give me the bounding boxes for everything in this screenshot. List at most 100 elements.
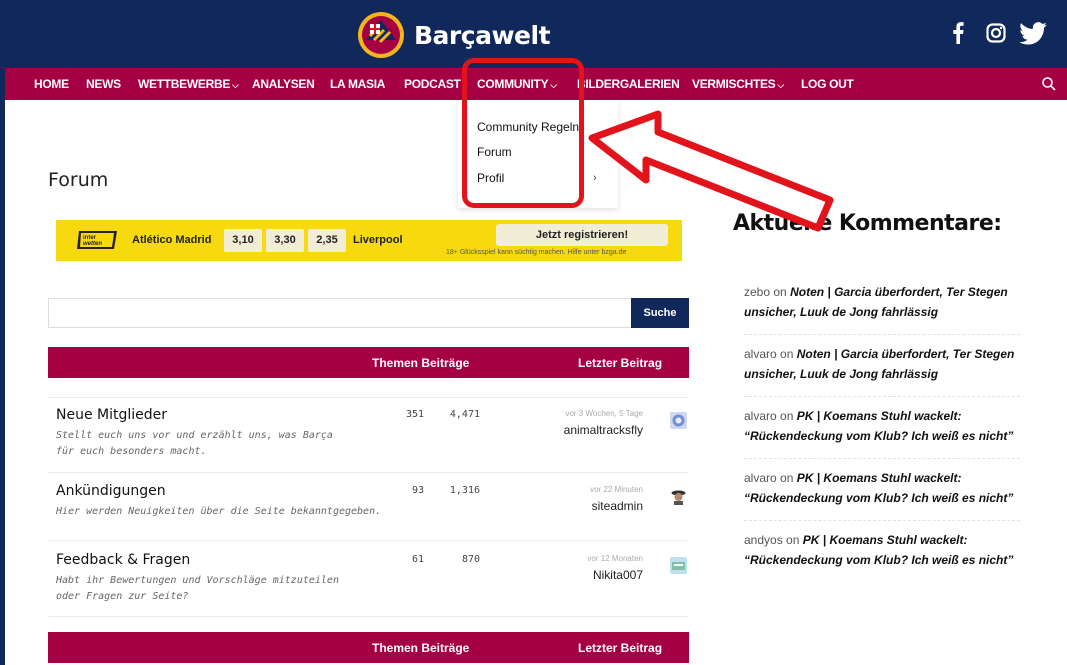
forum-description: Stellt euch uns vor und erzählt uns, was…	[56, 430, 333, 457]
col-threads-posts: Themen Beiträge	[372, 641, 470, 655]
menu-item-forum[interactable]: Forum	[477, 145, 512, 159]
nav-analysen[interactable]: ANALYSEN	[252, 68, 315, 100]
last-post-time[interactable]: vor 12 Monaten	[587, 554, 643, 563]
nav-analysen-label: ANALYSEN	[252, 77, 315, 91]
ad-disclaimer: 18+ Glücksspiel kann süchtig machen. Hil…	[446, 249, 627, 256]
main-nav: HOME NEWS WETTBEWERBE ⌵ ANALYSEN LA MASIA…	[5, 68, 1067, 100]
forum-row-ankuendigungen: Ankündigungen Hier werden Neuigkeiten üb…	[48, 483, 689, 533]
nav-vermischtes[interactable]: VERMISCHTES ⌵	[692, 68, 784, 100]
row-divider	[48, 472, 689, 473]
ad-register-button[interactable]: Jetzt registrieren!	[496, 224, 668, 246]
facebook-icon[interactable]	[948, 18, 968, 48]
nav-la-masia[interactable]: LA MASIA	[330, 68, 385, 100]
comment-on-word: on	[780, 409, 794, 423]
nav-log-out[interactable]: LOG OUT	[801, 68, 854, 100]
forum-table-header-2: Themen Beiträge Letzter Beitrag	[48, 632, 689, 663]
comment-divider	[744, 334, 1020, 335]
comment-author: zebo	[744, 285, 771, 299]
betting-ad-banner[interactable]: inter wetten Atlético Madrid 3,10 3,30 2…	[56, 220, 682, 261]
nav-bildergalerien-label: BILDERGALERIEN	[577, 77, 680, 91]
forum-description: Habt ihr Bewertungen und Vorschläge mitz…	[56, 575, 339, 602]
nav-news[interactable]: NEWS	[86, 68, 121, 100]
chevron-down-icon: ⌵	[232, 80, 239, 90]
svg-text:wetten: wetten	[83, 241, 102, 247]
nav-bildergalerien[interactable]: BILDERGALERIEN	[577, 68, 680, 100]
col-threads-posts: Themen Beiträge	[372, 356, 470, 370]
comment-author: andyos	[744, 533, 783, 547]
search-icon[interactable]	[1041, 76, 1057, 92]
twitter-icon[interactable]	[1018, 18, 1048, 48]
recent-comment: alvaro on PK | Koemans Stuhl wackelt: “R…	[744, 468, 1024, 508]
chevron-down-icon: ⌵	[777, 80, 784, 90]
last-post-user[interactable]: siteadmin	[592, 499, 643, 513]
row-divider	[48, 397, 689, 398]
nav-home-label: HOME	[34, 77, 69, 91]
ad-away-team: Liverpool	[353, 234, 403, 246]
nav-podcast-label: PODCAST	[404, 77, 461, 91]
ad-odd-home[interactable]: 3,10	[224, 229, 262, 252]
recent-comment: zebo on Noten | Garcia überfordert, Ter …	[744, 282, 1024, 322]
forum-posts-count: 4,471	[449, 409, 480, 420]
comment-on-word: on	[773, 285, 787, 299]
forum-search-input[interactable]	[48, 298, 632, 328]
row-divider	[48, 540, 689, 541]
forum-title[interactable]: Feedback & Fragen	[56, 552, 190, 568]
comment-divider	[744, 396, 1020, 397]
recent-comment: alvaro on Noten | Garcia überfordert, Te…	[744, 344, 1024, 384]
forum-topics-count: 351	[405, 409, 424, 420]
site-name: Barçawelt	[414, 20, 551, 50]
comment-on-word: on	[780, 471, 794, 485]
col-last-post: Letzter Beitrag	[578, 356, 663, 370]
forum-row-neue-mitglieder: Neue Mitglieder Stellt euch uns vor und …	[48, 407, 689, 467]
last-post-time[interactable]: vor 22 Minuten	[590, 485, 643, 494]
nav-log-out-label: LOG OUT	[801, 77, 854, 91]
chevron-down-icon: ⌵	[550, 80, 557, 90]
nav-la-masia-label: LA MASIA	[330, 77, 386, 91]
nav-podcast[interactable]: PODCAST	[404, 68, 461, 100]
ad-odd-away[interactable]: 2,35	[308, 229, 346, 252]
avatar[interactable]	[670, 557, 687, 574]
recent-comment: alvaro on PK | Koemans Stuhl wackelt: “R…	[744, 406, 1024, 446]
avatar[interactable]	[670, 412, 687, 429]
forum-topics-count: 61	[411, 554, 424, 565]
forum-title[interactable]: Neue Mitglieder	[56, 407, 167, 423]
forum-posts-count: 870	[461, 554, 480, 565]
ad-odd-draw[interactable]: 3,30	[266, 229, 304, 252]
site-logo[interactable]: Barçawelt	[356, 10, 551, 60]
nav-wettbewerbe[interactable]: WETTBEWERBE ⌵	[138, 68, 239, 100]
ad-home-team: Atlético Madrid	[132, 234, 212, 246]
comment-author: alvaro	[744, 409, 777, 423]
last-post-user[interactable]: animaltracksfly	[564, 423, 643, 437]
instagram-icon[interactable]	[984, 18, 1008, 48]
community-dropdown-menu: Community Regeln Forum Profil ›	[458, 100, 618, 208]
forum-search-button[interactable]: Suche	[631, 298, 689, 328]
nav-wettbewerbe-label: WETTBEWERBE	[138, 77, 231, 91]
comment-divider	[744, 458, 1020, 459]
forum-title[interactable]: Ankündigungen	[56, 483, 166, 499]
recent-comment: andyos on PK | Koemans Stuhl wackelt: “R…	[744, 530, 1024, 570]
forum-description: Hier werden Neuigkeiten über die Seite b…	[56, 506, 382, 517]
interwetten-logo: inter wetten	[77, 231, 117, 249]
nav-home[interactable]: HOME	[34, 68, 69, 100]
nav-community-label: COMMUNITY	[477, 77, 549, 91]
menu-item-community-regeln[interactable]: Community Regeln	[477, 120, 579, 134]
site-header: Barçawelt	[0, 0, 1067, 68]
comment-author: alvaro	[744, 347, 777, 361]
chevron-right-icon: ›	[593, 172, 597, 184]
forum-topics-count: 93	[411, 485, 424, 496]
col-last-post: Letzter Beitrag	[578, 641, 663, 655]
comment-on-word: on	[780, 347, 794, 361]
last-post-user[interactable]: Nikita007	[593, 568, 643, 582]
avatar[interactable]	[670, 488, 687, 505]
comment-author: alvaro	[744, 471, 777, 485]
last-post-time[interactable]: vor 3 Wochen, 5 Tage	[565, 409, 643, 418]
forum-table-header: Themen Beiträge Letzter Beitrag	[48, 347, 689, 378]
forum-posts-count: 1,316	[449, 485, 480, 496]
nav-community[interactable]: COMMUNITY ⌵	[477, 68, 557, 100]
sidebar-title: Aktuelle Kommentare:	[733, 211, 1002, 236]
comment-divider	[744, 520, 1020, 521]
club-crest-icon	[358, 12, 404, 58]
page-title: Forum	[48, 169, 109, 191]
menu-item-profil[interactable]: Profil	[477, 171, 504, 185]
comment-post-link[interactable]: PK | Koemans Stuhl wackelt: “Rückendecku…	[744, 533, 1013, 567]
